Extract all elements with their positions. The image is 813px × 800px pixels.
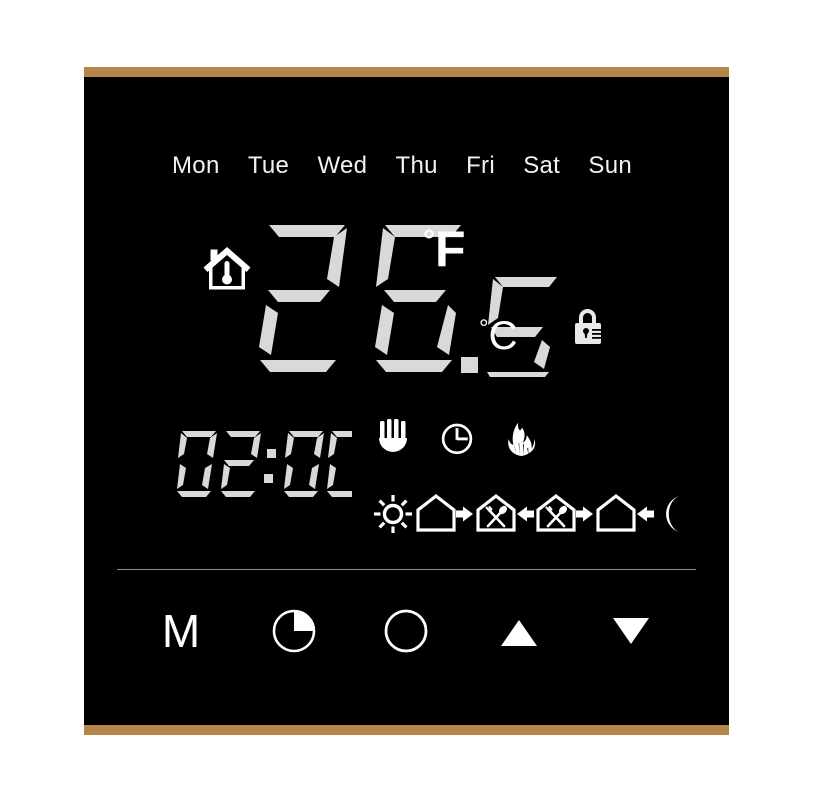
unit-celsius: °C bbox=[479, 316, 518, 356]
period-icon-row bbox=[372, 493, 690, 535]
flame-icon bbox=[508, 422, 536, 457]
house-thermometer-icon bbox=[203, 247, 251, 290]
celsius-letter: C bbox=[488, 314, 518, 358]
circle-power-icon bbox=[384, 609, 428, 653]
screen-divider bbox=[117, 569, 696, 570]
weekday-mon: Mon bbox=[172, 152, 220, 179]
triangle-up-icon bbox=[500, 620, 537, 646]
triangle-down-icon bbox=[613, 618, 649, 644]
up-button[interactable] bbox=[484, 599, 554, 663]
temperature-block: °F °C bbox=[84, 217, 729, 397]
lcd-screen: Mon Tue Wed Thu Fri Sat Sun °F °C M bbox=[84, 77, 729, 725]
status-icon-row bbox=[376, 419, 538, 457]
weekday-fri: Fri bbox=[466, 152, 495, 179]
power-button[interactable] bbox=[371, 599, 441, 663]
weekday-thu: Thu bbox=[395, 152, 438, 179]
clock-button[interactable] bbox=[259, 599, 329, 663]
bezel-bottom-strip bbox=[84, 725, 729, 735]
thermostat-device: Mon Tue Wed Thu Fri Sat Sun °F °C M bbox=[84, 67, 729, 735]
house-leave-icon bbox=[416, 493, 473, 532]
hand-icon bbox=[379, 419, 407, 452]
screenshot-root: Mon Tue Wed Thu Fri Sat Sun °F °C M bbox=[0, 0, 813, 800]
pie-clock-icon bbox=[272, 609, 315, 653]
degree-symbol-c: ° bbox=[479, 315, 489, 342]
bezel-top-strip bbox=[84, 67, 729, 77]
fahrenheit-letter: F bbox=[435, 221, 466, 277]
weekday-tue: Tue bbox=[247, 152, 290, 179]
temperature-digits bbox=[259, 225, 557, 377]
weekday-row: Mon Tue Wed Thu Fri Sat Sun bbox=[172, 152, 632, 180]
house-meal-leave-icon bbox=[536, 493, 593, 532]
unit-fahrenheit: °F bbox=[423, 224, 466, 274]
weekday-sat: Sat bbox=[523, 152, 561, 179]
clock-icon bbox=[441, 423, 473, 455]
house-return-icon bbox=[596, 493, 654, 532]
moon-icon bbox=[666, 496, 679, 532]
house-meal-return-icon bbox=[476, 493, 534, 532]
degree-symbol-f: ° bbox=[423, 224, 435, 257]
mode-button-label: M bbox=[161, 605, 201, 657]
button-row: M bbox=[146, 599, 666, 663]
mode-button[interactable]: M bbox=[146, 599, 216, 663]
down-button[interactable] bbox=[596, 599, 666, 663]
weekday-wed: Wed bbox=[317, 152, 368, 179]
padlock-icon bbox=[575, 309, 601, 344]
weekday-sun: Sun bbox=[588, 152, 632, 179]
clock-digits bbox=[177, 431, 352, 497]
sun-icon bbox=[374, 495, 412, 533]
